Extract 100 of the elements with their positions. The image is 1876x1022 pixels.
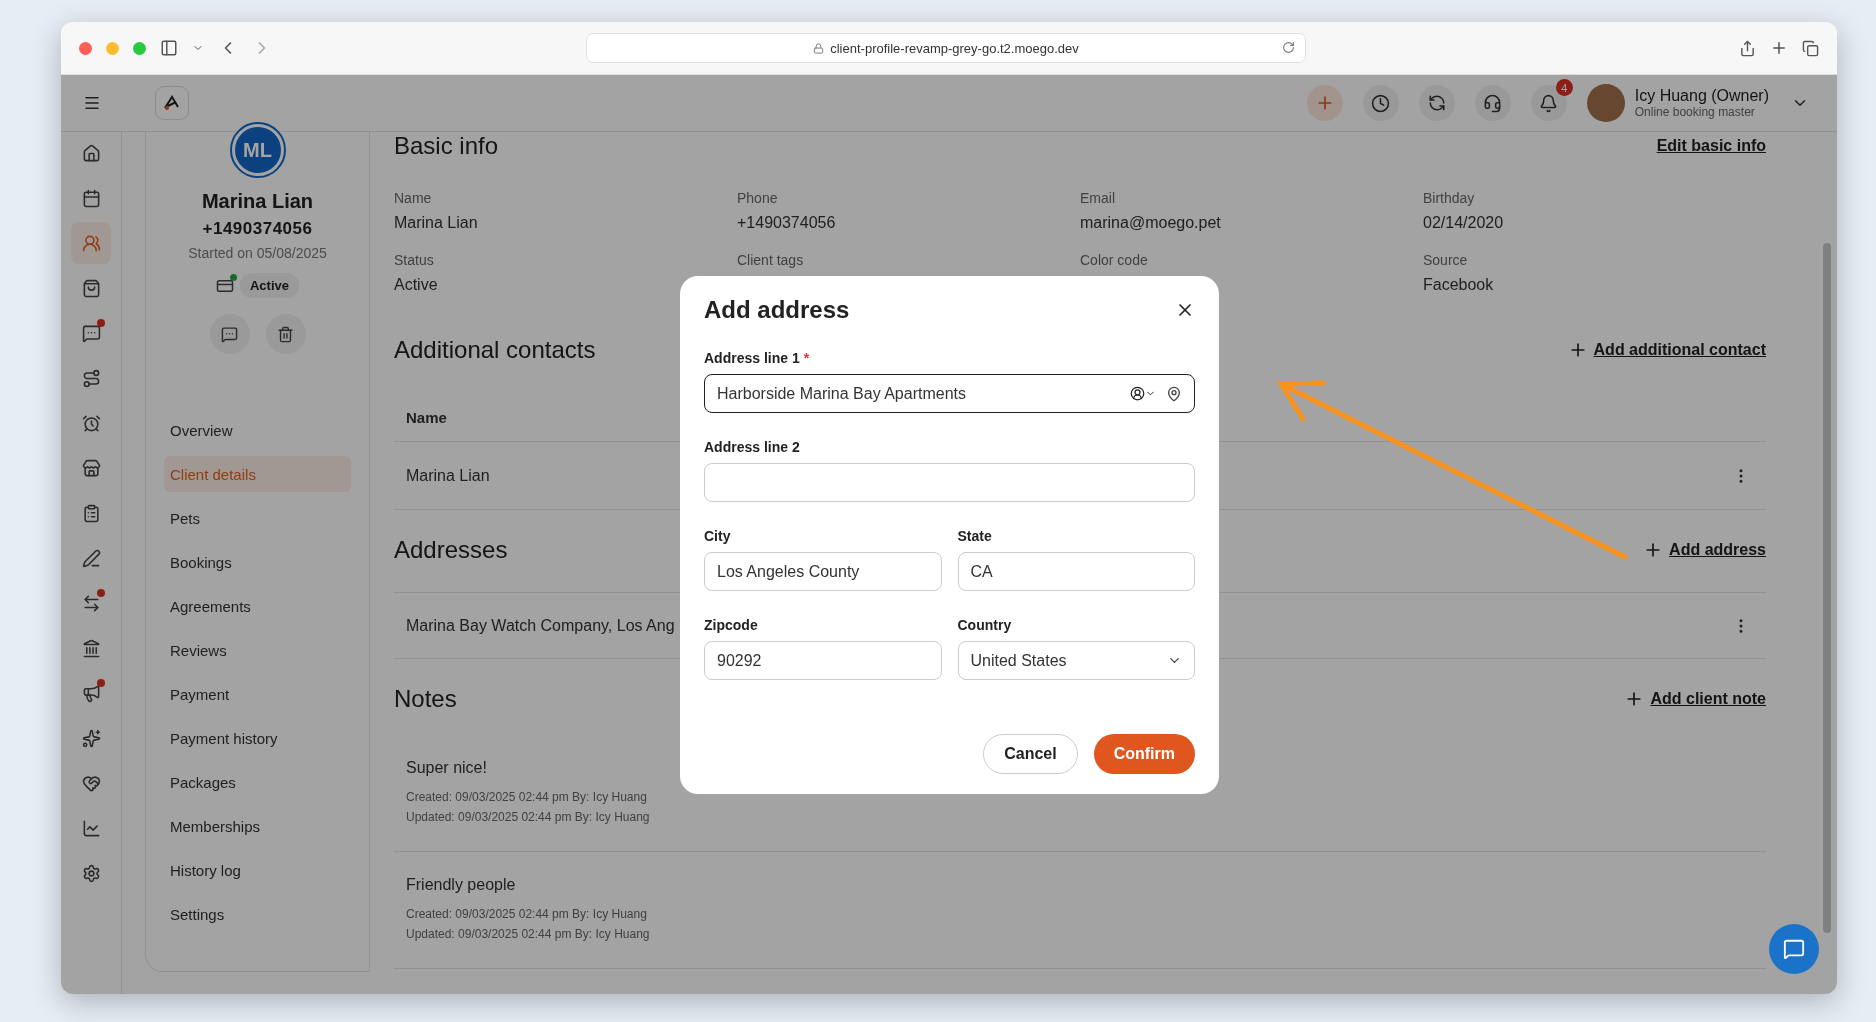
chat-icon: [221, 325, 238, 343]
settings-icon: [81, 863, 101, 883]
profile-nav-item[interactable]: Overview: [164, 412, 351, 448]
profile-nav-item[interactable]: Bookings: [164, 544, 351, 580]
refresh-icon: [1427, 94, 1446, 112]
dialog-title: Add address: [704, 296, 850, 324]
pen-icon: [81, 548, 101, 568]
add-contact-link[interactable]: Add additional contact: [1567, 340, 1766, 360]
nav-rail-item[interactable]: [71, 222, 111, 264]
people-icon: [81, 233, 101, 253]
store-icon: [81, 458, 101, 478]
user-name: Icy Huang (Owner): [1634, 87, 1769, 105]
input-field[interactable]: Los Angeles County: [704, 552, 942, 591]
profile-nav-item[interactable]: Payment: [164, 676, 351, 712]
headset-icon: [1483, 93, 1503, 113]
profile-nav-item[interactable]: History log: [164, 852, 351, 888]
field-label: Birthday: [1423, 190, 1476, 206]
chat-button[interactable]: [1769, 924, 1819, 974]
field-label: Email: [1080, 190, 1116, 206]
address-text: Marina Bay Watch Company, Los Ang: [406, 616, 675, 635]
profile-nav-item[interactable]: Pets: [164, 500, 351, 536]
note-created: Created: 09/03/2025 02:44 pm By: Icy Huang: [406, 789, 647, 806]
headset-button[interactable]: [1474, 85, 1511, 121]
table-cell: Marina Lian: [406, 466, 490, 485]
address-bar[interactable]: client-profile-revamp-grey-go.t2.moego.dev: [586, 33, 1306, 63]
add-note-link[interactable]: Add client note: [1624, 689, 1766, 709]
chart-icon: [81, 818, 101, 838]
column-header: Name: [406, 409, 447, 426]
field-label: Phone: [737, 190, 779, 206]
section-title: Basic info: [394, 132, 499, 160]
trash-icon: [277, 325, 294, 343]
clock-button[interactable]: [1362, 85, 1399, 121]
profile-nav-item[interactable]: Payment history: [164, 720, 351, 756]
profile-nav-item[interactable]: Agreements: [164, 588, 351, 624]
input-field[interactable]: 90292: [704, 641, 942, 680]
note-updated: Updated: 09/03/2025 02:44 pm By: Icy Huang: [406, 809, 650, 826]
lock-icon: [813, 42, 825, 54]
input-field[interactable]: [704, 463, 1195, 502]
message-button[interactable]: [209, 314, 250, 354]
section-title: Addresses: [394, 536, 508, 564]
alarm-clock-icon: [81, 413, 101, 433]
bell-icon: [1539, 93, 1559, 113]
field-label: City: [704, 528, 732, 544]
heart-hand-icon: [81, 773, 101, 793]
field-value: Active: [394, 276, 439, 294]
field-label: Color code: [1080, 252, 1149, 268]
status-tag: Active: [240, 273, 299, 298]
home-icon: [81, 143, 101, 163]
close-window-button[interactable]: [79, 41, 92, 55]
bag-icon: [81, 278, 101, 298]
url-text: client-profile-revamp-grey-go.t2.moego.dev: [830, 40, 1079, 56]
new-tab-icon[interactable]: [1770, 39, 1788, 57]
wallet-icon: [216, 276, 234, 295]
tabs-icon[interactable]: [1802, 39, 1819, 57]
edit-link[interactable]: Edit basic info: [1656, 137, 1766, 155]
contact-picker-icon[interactable]: [1130, 386, 1156, 401]
delete-button[interactable]: [265, 314, 306, 354]
clock-icon: [1371, 93, 1391, 113]
field-value: marina@moego.pet: [1080, 214, 1222, 232]
field-value: Facebook: [1423, 276, 1495, 294]
field-label: Name: [394, 190, 433, 206]
profile-nav-item[interactable]: Settings: [164, 896, 351, 932]
note-updated: Updated: 09/03/2025 02:44 pm By: Icy Huang: [406, 926, 650, 943]
input-field[interactable]: Harborside Marina Bay Apartments: [704, 374, 1195, 413]
cancel-button[interactable]: Cancel: [983, 734, 1078, 774]
location-pin-icon[interactable]: [1166, 385, 1182, 402]
user-role: Online booking master: [1634, 105, 1756, 119]
field-label: Client tags: [737, 252, 805, 268]
field-label: Address line 1 *: [704, 350, 811, 366]
client-avatar: ML: [231, 124, 284, 176]
add-address-link[interactable]: Add address: [1643, 540, 1766, 560]
section-title: Additional contacts: [394, 336, 596, 364]
menu-icon[interactable]: [82, 94, 101, 112]
confirm-button[interactable]: Confirm: [1093, 734, 1195, 774]
field-label: Source: [1423, 252, 1469, 268]
megaphone-icon: [81, 683, 101, 703]
client-phone: +1490374056: [202, 219, 313, 239]
reload-icon[interactable]: [1282, 41, 1295, 54]
refresh-button[interactable]: [1418, 85, 1455, 121]
client-name: Marina Lian: [201, 190, 314, 213]
note-text: Super nice!: [406, 759, 488, 777]
notifications-button[interactable]: [1530, 85, 1567, 121]
field-value: Marina Lian: [394, 214, 479, 232]
field-label: Zipcode: [704, 617, 759, 633]
profile-nav-item[interactable]: Packages: [164, 764, 351, 800]
add-button[interactable]: [1306, 85, 1343, 121]
calendar-icon: [81, 188, 101, 208]
profile-nav-item[interactable]: Memberships: [164, 808, 351, 844]
sidebar-icon[interactable]: [160, 39, 178, 57]
chat-icon: [1783, 938, 1805, 960]
field-value: 02/14/2020: [1423, 214, 1505, 232]
profile-nav-item[interactable]: Reviews: [164, 632, 351, 668]
share-icon[interactable]: [1739, 39, 1756, 57]
notification-badge: 4: [1555, 79, 1573, 96]
sparkles-icon: [81, 728, 101, 748]
field-label: Address line 2: [704, 439, 801, 455]
input-field[interactable]: CA: [957, 552, 1195, 591]
logo-icon[interactable]: [155, 86, 189, 120]
country-select[interactable]: United States: [957, 641, 1195, 680]
note-created: Created: 09/03/2025 02:44 pm By: Icy Huang: [406, 906, 647, 923]
